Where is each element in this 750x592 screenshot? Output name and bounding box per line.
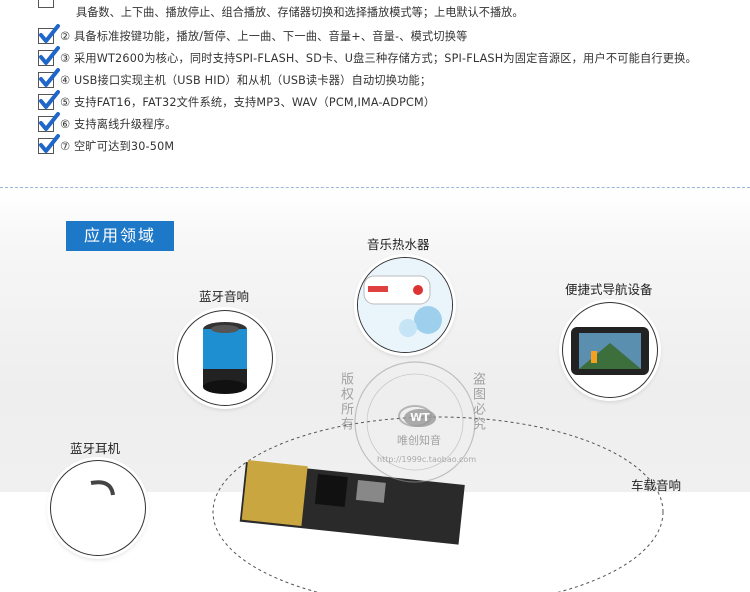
watermark-arc-right: 盗图必究 (470, 372, 485, 432)
section-divider (0, 187, 750, 188)
bt-speaker-image (177, 310, 273, 406)
feature-item: ③ 采用WT2600为核心，同时支持SPI-FLASH、SD卡、U盘三种存储方式… (38, 46, 697, 68)
app-label-car-audio: 车载音响 (631, 478, 682, 493)
feature-item: ② 具备标准按键功能，播放/暂停、上一曲、下一曲、音量+、音量-、模式切换等 (38, 24, 468, 46)
watermark-brand: 唯创知音 (397, 434, 441, 447)
watermark-arc-left: 版权所有 (338, 372, 353, 432)
checked-checkbox-icon (38, 90, 60, 110)
app-label-navigator: 便捷式导航设备 (565, 282, 653, 297)
feature-item: ⑤ 支持FAT16，FAT32文件系统，支持MP3、WAV（PCM,IMA-AD… (38, 90, 436, 112)
watermark-url: http://1999c.taobao.com (377, 455, 477, 464)
checkbox-partial (38, 0, 54, 8)
applications-title: 应用领域 (66, 221, 174, 251)
app-label-water-heater: 音乐热水器 (367, 237, 430, 252)
feature-item: ④ USB接口实现主机（USB HID）和从机（USB读卡器）自动切换功能； (38, 68, 432, 90)
feature-text: ⑤ 支持FAT16，FAT32文件系统，支持MP3、WAV（PCM,IMA-AD… (60, 96, 436, 109)
watermark-logo: WT (404, 409, 436, 427)
feature-continuation-text: 具备数、上下曲、播放停止、组合播放、存储器切换和选择播放模式等；上电默认不播放。 (76, 6, 524, 19)
feature-text: ④ USB接口实现主机（USB HID）和从机（USB读卡器）自动切换功能； (60, 74, 432, 87)
checked-checkbox-icon (38, 112, 60, 132)
feature-list: 具备数、上下曲、播放停止、组合播放、存储器切换和选择播放模式等；上电默认不播放。… (0, 0, 750, 190)
app-label-bt-earphone: 蓝牙耳机 (70, 441, 121, 456)
checked-checkbox-icon (38, 46, 60, 66)
feature-item: ⑦ 空旷可达到30-50M (38, 134, 175, 156)
feature-text: ② 具备标准按键功能，播放/暂停、上一曲、下一曲、音量+、音量-、模式切换等 (60, 30, 468, 43)
checked-checkbox-icon (38, 134, 60, 154)
feature-item: ⑥ 支持离线升级程序。 (38, 112, 177, 134)
checked-checkbox-icon (38, 24, 60, 44)
app-label-bt-speaker: 蓝牙音响 (199, 289, 250, 304)
navigator-image (562, 302, 658, 398)
feature-text: ③ 采用WT2600为核心，同时支持SPI-FLASH、SD卡、U盘三种存储方式… (60, 52, 697, 65)
water-heater-image (357, 257, 453, 353)
feature-text: ⑥ 支持离线升级程序。 (60, 118, 177, 131)
feature-text: ⑦ 空旷可达到30-50M (60, 140, 175, 153)
bt-earphone-image (50, 460, 146, 556)
checked-checkbox-icon (38, 68, 60, 88)
